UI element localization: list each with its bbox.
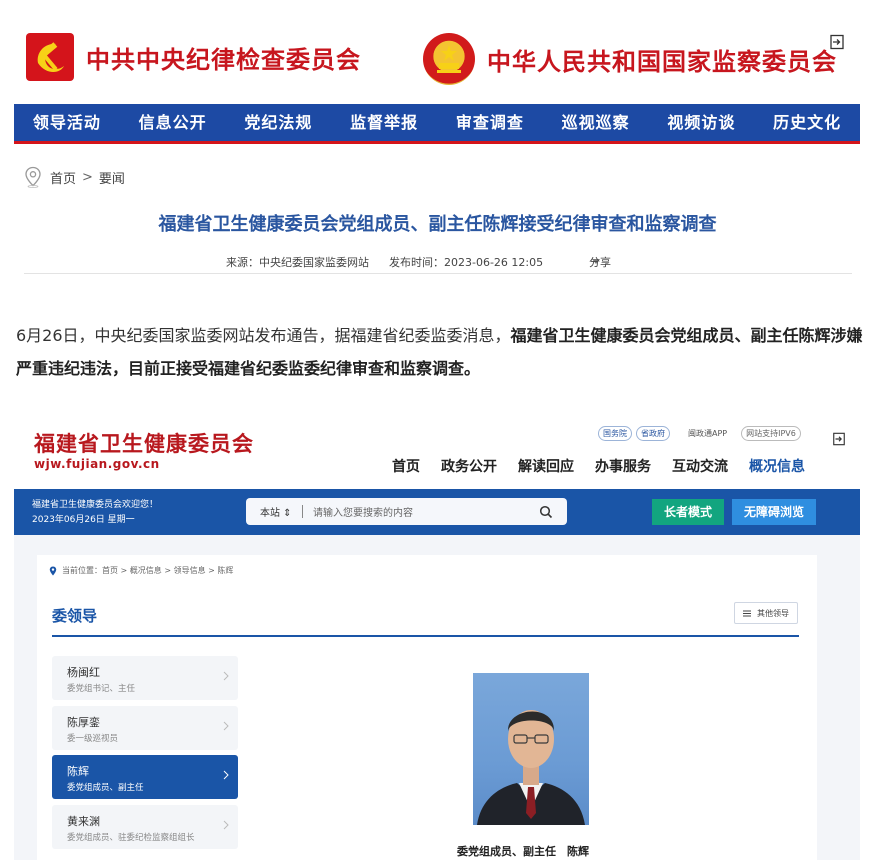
fujian-site-title: 福建省卫生健康委员会 [34, 431, 254, 456]
chevron-right-icon [223, 770, 229, 780]
search-icon[interactable] [539, 505, 553, 519]
nav-item-inspection-tour[interactable]: 巡视巡察 [543, 104, 649, 141]
welcome-text: 福建省卫生健康委员会欢迎您！ 2023年06月26日 星期一 [32, 498, 158, 528]
embedded-screenshot: 福建省卫生健康委员会 wjw.fujian.gov.cn 国务院 省政府 闽政通… [14, 412, 860, 860]
nav-item-investigation[interactable]: 审查调查 [437, 104, 543, 141]
leader-name: 杨闽红 [67, 666, 100, 679]
leader-photo [473, 673, 589, 825]
fujian-nav-interpretation[interactable]: 解读回应 [518, 456, 574, 476]
search-scope-select[interactable]: 本站 ⇕ [246, 504, 302, 519]
fujian-nav-gov-affairs[interactable]: 政务公开 [441, 456, 497, 476]
leader-role: 委党组成员、副主任 [67, 783, 144, 793]
paragraph-plain: 6月26日，中央纪委国家监委网站发布通告，据福建省纪委监委消息， [16, 326, 511, 345]
chevron-right-icon [223, 721, 229, 731]
nsc-title: 中华人民共和国国家监察委员会 [487, 46, 837, 76]
article-published: 发布时间：2023-06-26 12:05 [389, 256, 544, 269]
nav-item-leader-activities[interactable]: 领导活动 [14, 104, 120, 141]
nsc-logo[interactable]: 中华人民共和国国家监察委员会 [423, 33, 837, 85]
leader-role: 委党组书记、主任 [67, 684, 136, 694]
article-source: 来源：中央纪委国家监委网站 [226, 256, 369, 269]
location-pin-icon [49, 566, 57, 575]
location-pin-icon [25, 166, 41, 188]
leader-card: 当前位置：首页 > 概况信息 > 领导信息 > 陈辉 委领导 其他领导 杨闽红 … [37, 555, 817, 860]
fujian-nav-services[interactable]: 办事服务 [595, 456, 651, 476]
photo-caption: 委党组成员、副主任 陈辉 [457, 845, 589, 858]
main-nav: 领导活动 信息公开 党纪法规 监督举报 审查调查 巡视巡察 视频访谈 历史文化 [14, 104, 860, 144]
fujian-toolbar: 福建省卫生健康委员会欢迎您！ 2023年06月26日 星期一 本站 ⇕ 请输入您… [14, 489, 860, 535]
leader-role: 委一级巡视员 [67, 734, 119, 744]
nav-item-supervision-report[interactable]: 监督举报 [331, 104, 437, 141]
divider [302, 505, 303, 518]
search-input[interactable]: 本站 ⇕ 请输入您要搜索的内容 [246, 498, 567, 525]
leader-role: 委党组成员、驻委纪检监察组组长 [67, 833, 195, 843]
leader-item-active[interactable]: 陈辉 委党组成员、副主任 [52, 755, 238, 799]
site-header: 中共中央纪律检查委员会 中华人民共和国国家监察委员会 [0, 0, 895, 100]
elder-mode-button[interactable]: 长者模式 [652, 499, 724, 525]
section-underline [52, 635, 799, 637]
link-app[interactable]: 闽政通APP [688, 428, 727, 439]
fujian-nav-home[interactable]: 首页 [392, 456, 420, 476]
other-leaders-button[interactable]: 其他领导 [734, 602, 798, 624]
search-placeholder: 请输入您要搜索的内容 [313, 508, 413, 519]
article-title: 福建省卫生健康委员会党组成员、副主任陈辉接受纪律审查和监察调查 [158, 214, 717, 235]
fujian-nav-overview[interactable]: 概况信息 [749, 456, 805, 476]
breadcrumb: 首页 > 要闻 [24, 166, 125, 188]
fujian-site-url: wjw.fujian.gov.cn [34, 457, 160, 471]
chevron-right-icon [223, 820, 229, 830]
breadcrumb-current[interactable]: 要闻 [99, 168, 125, 187]
link-state-council[interactable]: 国务院 [598, 426, 632, 441]
share-button[interactable]: 分享 [589, 254, 611, 269]
top-links: 国务院 省政府 闽政通APP 网站支持IPV6 [598, 426, 805, 441]
section-title: 委领导 [52, 607, 98, 625]
breadcrumb-home[interactable]: 首页 [50, 168, 76, 187]
other-leaders-label: 其他领导 [757, 608, 789, 618]
chevron-right-icon [223, 671, 229, 681]
leader-item[interactable]: 陈厚銮 委一级巡视员 [52, 706, 238, 750]
fujian-breadcrumb-text: 当前位置：首页 > 概况信息 > 领导信息 > 陈辉 [62, 566, 234, 575]
login-icon[interactable] [829, 34, 845, 50]
divider [24, 273, 852, 274]
welcome-line: 福建省卫生健康委员会欢迎您！ [32, 500, 159, 510]
nav-item-info-disclosure[interactable]: 信息公开 [120, 104, 226, 141]
fujian-nav: 首页 政务公开 解读回应 办事服务 互动交流 概况信息 [392, 456, 805, 476]
leader-item[interactable]: 杨闽红 委党组书记、主任 [52, 656, 238, 700]
date-line: 2023年06月26日 星期一 [32, 515, 135, 525]
ccdi-logo[interactable]: 中共中央纪律检查委员会 [26, 33, 361, 81]
fujian-breadcrumb: 当前位置：首页 > 概况信息 > 领导信息 > 陈辉 [49, 565, 233, 576]
nav-item-history-culture[interactable]: 历史文化 [754, 104, 860, 141]
fujian-nav-interaction[interactable]: 互动交流 [672, 456, 728, 476]
leader-name: 黄来渊 [67, 815, 100, 828]
national-emblem-icon [423, 33, 475, 85]
share-label: 分享 [589, 256, 611, 269]
hammer-sickle-icon [26, 33, 74, 81]
leader-name: 陈厚銮 [67, 716, 100, 729]
nav-item-video-interview[interactable]: 视频访谈 [649, 104, 755, 141]
link-province-gov[interactable]: 省政府 [636, 426, 670, 441]
accessible-browse-button[interactable]: 无障碍浏览 [732, 499, 816, 525]
article-paragraph: 6月26日，中央纪委国家监委网站发布通告，据福建省纪委监委消息，福建省卫生健康委… [16, 319, 868, 385]
nav-item-party-regulations[interactable]: 党纪法规 [226, 104, 332, 141]
list-icon [743, 610, 751, 616]
login-icon[interactable] [832, 432, 846, 446]
ccdi-title: 中共中央纪律检查委员会 [86, 44, 361, 74]
leader-item[interactable]: 黄来渊 委党组成员、驻委纪检监察组组长 [52, 805, 238, 849]
leader-name: 陈辉 [67, 765, 89, 778]
breadcrumb-separator: > [82, 169, 93, 185]
ipv6-badge: 网站支持IPV6 [741, 426, 801, 441]
